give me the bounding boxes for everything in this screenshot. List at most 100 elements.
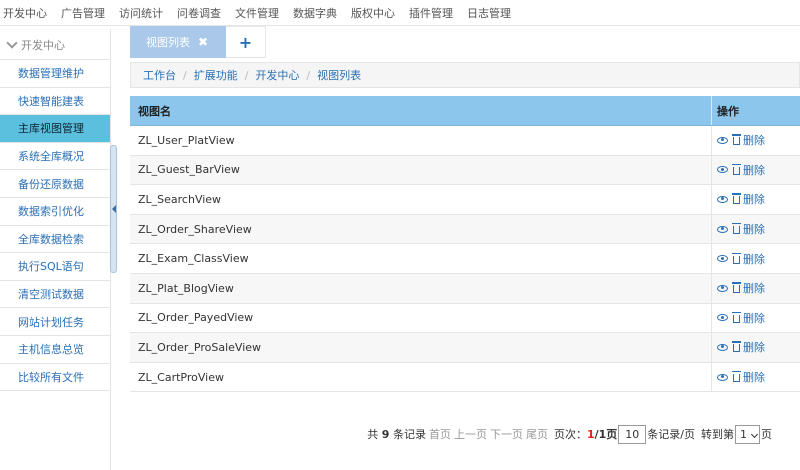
breadcrumb-item[interactable]: 扩展功能 [194,67,238,83]
delete-label: 删除 [743,223,765,237]
last-page-link[interactable]: 尾页 [526,426,548,442]
actions-cell: 删除 [711,155,800,185]
actions-cell: 删除 [711,362,800,392]
sidebar-menu: 数据管理维护 快速智能建表 主库视图管理 系统全库概况 备份还原数据 数据索引优化 全库数据… [0,60,110,392]
add-tab-button[interactable]: + [226,26,266,58]
breadcrumb: 工作台 / 扩展功能 / 开发中心 / 视图列表 [130,62,800,88]
top-nav-item[interactable]: 文件管理 [228,5,286,21]
trash-icon [732,193,741,205]
sidebar-item[interactable]: 主机信息总览 [0,336,110,364]
sidebar-item[interactable]: 执行SQL语句 [0,253,110,281]
top-nav-item[interactable]: 数据字典 [286,5,344,21]
view-eye-icon[interactable] [717,314,728,322]
sidebar-item[interactable]: 数据管理维护 [0,60,110,88]
top-nav-item[interactable]: 日志管理 [460,5,518,21]
actions-cell: 删除 [711,333,800,362]
sidebar-item[interactable]: 主库视图管理 [0,115,110,143]
tab-bar: 视图列表 ✖ + [130,26,266,58]
view-name-cell: ZL_User_PlatView [138,133,235,147]
breadcrumb-separator: / [306,68,311,82]
total-pages: /1页 [594,428,618,441]
top-nav-item[interactable]: 版权中心 [344,5,402,21]
delete-button[interactable]: 删除 [732,369,765,385]
first-page-link[interactable]: 首页 [429,426,451,442]
view-name-cell: ZL_Order_ProSaleView [138,340,262,354]
sidebar-item[interactable]: 比较所有文件 [0,364,110,392]
top-nav-item[interactable]: 广告管理 [54,5,112,21]
top-nav-item[interactable]: 开发中心 [0,5,54,21]
view-name-cell: ZL_Order_ShareView [138,222,252,236]
table-row: ZL_Order_ProSaleView 删除 [130,333,800,363]
sidebar-item[interactable]: 网站计划任务 [0,308,110,336]
trash-icon [732,223,741,235]
delete-label: 删除 [743,252,765,266]
view-table: 视图名 操作 ZL_User_PlatView 删除 ZL_Guest_BarVie… [130,96,800,393]
view-eye-icon[interactable] [717,225,728,233]
delete-label: 删除 [743,193,765,207]
table-header: 视图名 操作 [130,96,800,126]
close-icon[interactable]: ✖ [198,35,208,49]
delete-button[interactable]: 删除 [732,221,765,237]
actions-cell: 删除 [711,126,800,155]
goto-page-select[interactable]: 1 [735,424,760,444]
view-eye-icon[interactable] [717,136,728,144]
total-count: 9 [381,427,390,441]
delete-label: 删除 [743,311,765,325]
delete-label: 删除 [743,282,765,296]
view-name-cell: ZL_Plat_BlogView [138,281,234,295]
delete-button[interactable]: 删除 [732,339,765,355]
breadcrumb-item[interactable]: 视图列表 [317,67,361,83]
delete-button[interactable]: 删除 [732,132,765,148]
sidebar-item[interactable]: 清空测试数据 [0,281,110,309]
sidebar-item[interactable]: 快速智能建表 [0,88,110,116]
table-row: ZL_User_PlatView 删除 [130,126,800,156]
prev-page-link[interactable]: 上一页 [454,426,487,442]
page-size-suffix: 条记录/页 [647,428,695,441]
view-eye-icon[interactable] [717,195,728,203]
top-nav-item[interactable]: 访问统计 [112,5,170,21]
sidebar-item[interactable]: 数据索引优化 [0,198,110,226]
delete-button[interactable]: 删除 [732,280,765,296]
trash-icon [732,341,741,353]
breadcrumb-item[interactable]: 开发中心 [255,67,299,83]
table-row: ZL_Guest_BarView 删除 [130,155,800,186]
delete-button[interactable]: 删除 [732,191,765,207]
top-nav-item[interactable]: 插件管理 [402,5,460,21]
table-row: ZL_SearchView 删除 [130,185,800,215]
chevron-down-icon [750,430,759,438]
view-eye-icon[interactable] [717,255,728,263]
delete-label: 删除 [743,341,765,355]
top-navigation: 开发中心 广告管理 访问统计 问卷调查 文件管理 数据字典 版权中心 插件管理 日志管理 [0,0,800,26]
trash-icon [732,163,741,175]
top-nav-item[interactable]: 问卷调查 [170,5,228,21]
actions-cell: 删除 [711,185,800,214]
total-prefix: 共 [367,428,379,441]
column-header-actions: 操作 [711,96,800,125]
trash-icon [732,282,741,294]
sidebar-item[interactable]: 全库数据检索 [0,226,110,254]
delete-label: 删除 [743,134,765,148]
trash-icon [732,371,741,383]
main-content: 视图列表 ✖ + 工作台 / 扩展功能 / 开发中心 / 视图列表 视图名 操作 ZL_Us… [128,26,800,470]
delete-button[interactable]: 删除 [732,162,765,178]
delete-button[interactable]: 删除 [732,310,765,326]
sidebar-header[interactable]: 开发中心 [0,30,110,60]
sidebar-collapse-handle[interactable] [110,145,117,273]
sidebar-item[interactable]: 系统全库概况 [0,143,110,171]
next-page-link[interactable]: 下一页 [490,426,523,442]
pagination: 共 9 条记录 首页 上一页 下一页 尾页 页次： 1/1页 10 条记录/页 转到… [130,422,800,446]
view-eye-icon[interactable] [717,166,728,174]
actions-cell: 删除 [711,244,800,273]
trash-icon [732,311,741,323]
view-eye-icon[interactable] [717,284,728,292]
tab-view-list[interactable]: 视图列表 ✖ [130,26,226,58]
view-eye-icon[interactable] [717,373,728,381]
view-eye-icon[interactable] [717,343,728,351]
page-size-input[interactable]: 10 [618,424,647,444]
delete-button[interactable]: 删除 [732,251,765,267]
view-name-cell: ZL_Exam_ClassView [138,252,249,266]
view-name-cell: ZL_CartProView [138,370,224,384]
sidebar-item[interactable]: 备份还原数据 [0,170,110,198]
tab-label: 视图列表 [146,36,190,49]
breadcrumb-item[interactable]: 工作台 [143,67,176,83]
